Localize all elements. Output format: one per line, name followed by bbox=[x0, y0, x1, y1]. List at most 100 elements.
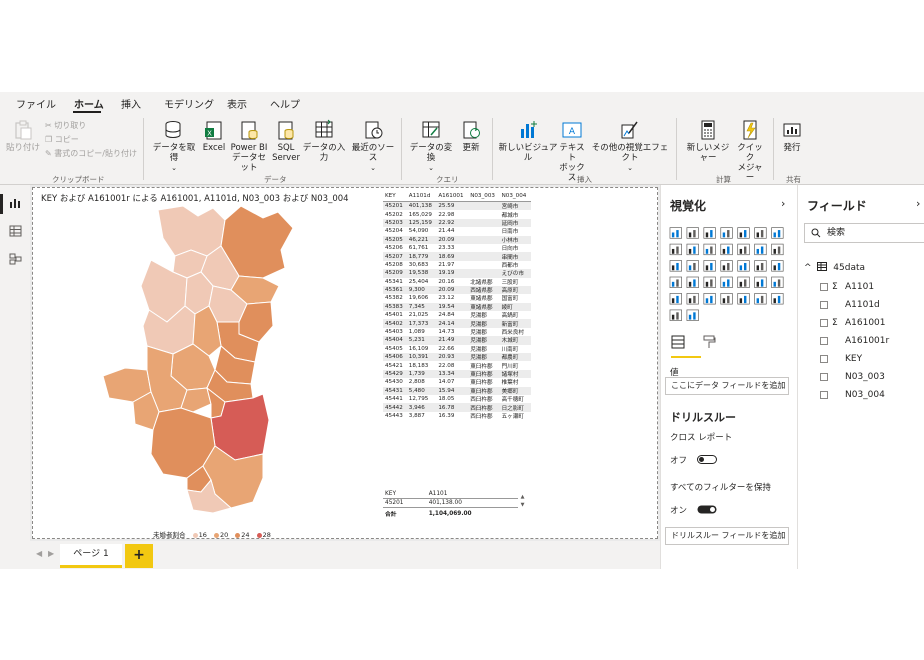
stacked-area-icon[interactable] bbox=[686, 243, 699, 256]
column-header[interactable]: A161001 bbox=[436, 191, 469, 202]
data-view-icon[interactable] bbox=[9, 225, 22, 237]
more-visuals-icon[interactable] bbox=[686, 309, 699, 321]
field-checkbox[interactable] bbox=[820, 301, 828, 309]
python-icon[interactable] bbox=[686, 293, 699, 305]
page-tab-1[interactable]: ページ 1 bbox=[60, 544, 122, 568]
shape-map-icon[interactable] bbox=[771, 260, 784, 272]
menu-tab-modeling[interactable]: モデリング bbox=[164, 96, 214, 111]
column-header[interactable]: A1101d bbox=[406, 191, 437, 202]
field-checkbox[interactable] bbox=[820, 337, 828, 345]
filled-map-icon[interactable] bbox=[754, 260, 767, 272]
cross-report-toggle[interactable] bbox=[697, 455, 717, 464]
multirow-card-icon[interactable] bbox=[703, 276, 716, 288]
new-measure-button[interactable]: 新しいメジャー bbox=[683, 119, 733, 163]
scroll-up-icon[interactable]: ▲ bbox=[521, 494, 525, 500]
100-bar-icon[interactable] bbox=[737, 227, 750, 239]
chevron-up-icon[interactable]: ^ bbox=[804, 263, 812, 273]
scroll-down-icon[interactable]: ▼ bbox=[521, 502, 525, 508]
report-view-icon[interactable] bbox=[9, 197, 22, 209]
copy-button[interactable]: ❐ コピー bbox=[45, 134, 79, 145]
get-data-button[interactable]: データを取得 ⌄ bbox=[150, 119, 198, 173]
menu-tab-help[interactable]: ヘルプ bbox=[270, 96, 300, 111]
column-header[interactable]: N03_003 bbox=[468, 191, 500, 202]
stacked-bar-icon[interactable] bbox=[669, 227, 682, 239]
prev-page-icon[interactable]: ◀ bbox=[36, 549, 42, 558]
funnel-icon[interactable] bbox=[771, 243, 784, 256]
column-header[interactable]: KEY bbox=[383, 490, 427, 499]
column-header[interactable]: A1101 bbox=[426, 490, 518, 499]
table-node-45data[interactable]: ^ 45data bbox=[804, 262, 865, 273]
publish-button[interactable]: 発行 bbox=[778, 119, 806, 153]
data-table[interactable]: KEY A1101d A161001 N03_003 N03_004 45201… bbox=[383, 191, 531, 420]
area-icon[interactable] bbox=[669, 243, 682, 256]
transform-data-button[interactable]: データの変換 ⌄ bbox=[406, 119, 456, 173]
gauge-icon[interactable] bbox=[669, 276, 682, 288]
qa-icon[interactable] bbox=[737, 293, 750, 305]
new-visual-button[interactable]: 新しいビジュアル bbox=[498, 119, 558, 163]
report-page[interactable]: KEY および A161001r による A161001, A1101d, N0… bbox=[32, 187, 658, 539]
quick-measure-button[interactable]: クイック メジャー bbox=[735, 119, 765, 183]
powerbi-dataset-button[interactable]: Power BI データセット bbox=[229, 119, 269, 173]
choropleth-map[interactable] bbox=[103, 198, 303, 513]
decomposition-tree-icon[interactable] bbox=[720, 293, 733, 305]
map-region-takachiho[interactable] bbox=[157, 205, 226, 257]
card-icon[interactable] bbox=[686, 276, 699, 288]
r-script-icon[interactable] bbox=[669, 293, 682, 305]
paste-button[interactable]: 貼り付け bbox=[6, 119, 40, 153]
field-checkbox[interactable] bbox=[820, 391, 828, 399]
collapse-viz-icon[interactable]: › bbox=[781, 197, 785, 210]
kpi-icon[interactable] bbox=[720, 276, 733, 288]
field-search-input[interactable]: 検索 bbox=[804, 223, 924, 243]
table-scrollbar[interactable]: ▲ ▼ bbox=[520, 493, 525, 519]
refresh-button[interactable]: 更新 bbox=[458, 119, 484, 153]
field-checkbox[interactable] bbox=[820, 319, 828, 327]
model-view-icon[interactable] bbox=[9, 253, 22, 265]
excel-button[interactable]: X Excel bbox=[201, 119, 227, 153]
add-page-button[interactable]: + bbox=[125, 544, 153, 568]
pie-icon[interactable] bbox=[686, 260, 699, 272]
slicer-icon[interactable] bbox=[737, 276, 750, 288]
narrative-icon[interactable] bbox=[754, 293, 767, 305]
cut-button[interactable]: ✂ 切り取り bbox=[45, 120, 86, 131]
menu-tab-home[interactable]: ホーム bbox=[74, 96, 104, 111]
format-paint-roller-icon[interactable] bbox=[702, 335, 716, 349]
map-icon[interactable] bbox=[737, 260, 750, 272]
sql-server-button[interactable]: SQL Server bbox=[271, 119, 301, 163]
stacked-column-icon[interactable] bbox=[686, 227, 699, 239]
donut-icon[interactable] bbox=[703, 260, 716, 272]
drillthrough-drop-zone[interactable]: ドリルスルー フィールドを追加 bbox=[665, 527, 789, 545]
field-checkbox[interactable] bbox=[820, 373, 828, 381]
scatter-icon[interactable] bbox=[669, 260, 682, 272]
clustered-column-icon[interactable] bbox=[720, 227, 733, 239]
keep-filters-toggle[interactable] bbox=[697, 505, 717, 514]
treemap-icon[interactable] bbox=[720, 260, 733, 272]
line-clustered-icon[interactable] bbox=[720, 243, 733, 256]
line-icon[interactable] bbox=[771, 227, 784, 239]
collapse-fields-icon[interactable]: › bbox=[916, 197, 920, 210]
recent-sources-button[interactable]: 最近のソース ⌄ bbox=[348, 119, 398, 173]
waterfall-icon[interactable] bbox=[754, 243, 767, 256]
more-visuals-button[interactable]: その他の視覚エフェクト ⌄ bbox=[589, 119, 671, 173]
format-painter-button[interactable]: ✎ 書式のコピー/貼り付け bbox=[45, 148, 137, 159]
menu-tab-file[interactable]: ファイル bbox=[16, 96, 56, 111]
paginated-icon[interactable] bbox=[771, 293, 784, 305]
summary-table[interactable]: KEY A1101 45201 401,138.00 合計 1,104,069.… bbox=[383, 490, 518, 519]
column-header[interactable]: N03_004 bbox=[499, 191, 531, 202]
field-checkbox[interactable] bbox=[820, 355, 828, 363]
fields-well-icon[interactable] bbox=[671, 335, 685, 349]
arcgis-icon[interactable] bbox=[669, 309, 682, 321]
field-checkbox[interactable] bbox=[820, 283, 828, 291]
enter-data-button[interactable]: データの入力 bbox=[301, 119, 347, 163]
matrix-icon[interactable] bbox=[771, 276, 784, 288]
next-page-icon[interactable]: ▶ bbox=[48, 549, 54, 558]
100-column-icon[interactable] bbox=[754, 227, 767, 239]
menu-tab-view[interactable]: 表示 bbox=[227, 96, 247, 111]
table-visual-icon[interactable] bbox=[754, 276, 767, 288]
column-header[interactable]: KEY bbox=[383, 191, 407, 202]
values-drop-zone[interactable]: ここにデータ フィールドを追加 bbox=[665, 377, 789, 395]
clustered-bar-icon[interactable] bbox=[703, 227, 716, 239]
menu-tab-insert[interactable]: 挿入 bbox=[121, 96, 141, 111]
line-column-icon[interactable] bbox=[703, 243, 716, 256]
ribbon-icon[interactable] bbox=[737, 243, 750, 256]
key-influencers-icon[interactable] bbox=[703, 293, 716, 305]
